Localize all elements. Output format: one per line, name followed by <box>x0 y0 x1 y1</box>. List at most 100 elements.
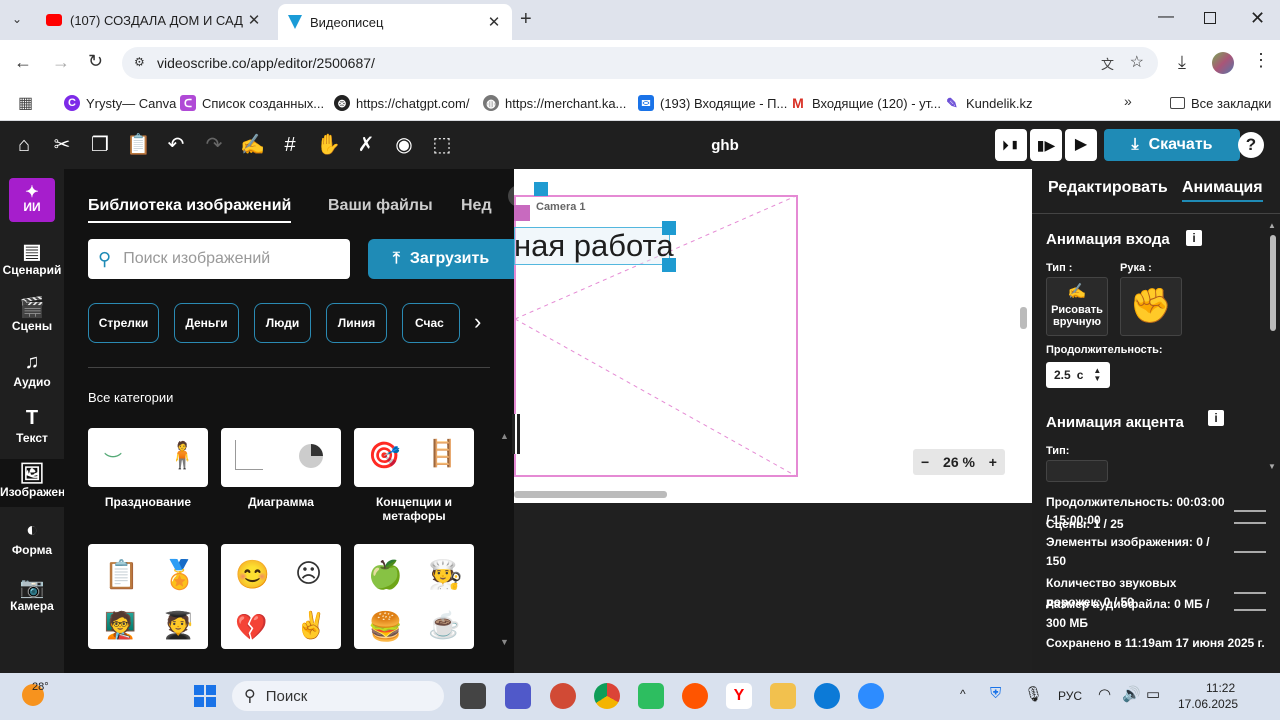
clock-time[interactable]: 11:22 <box>1206 681 1235 695</box>
tab-videoscribe[interactable]: Видеописец ✕ <box>278 4 512 40</box>
category-happiness[interactable]: Счас <box>402 303 460 343</box>
reload-icon[interactable]: ↻ <box>88 51 103 72</box>
tab-your-files[interactable]: Ваши файлы <box>328 197 433 215</box>
unpin-icon[interactable]: ✗ <box>354 133 378 157</box>
bookmark-chatgpt[interactable]: ⊛ https://chatgpt.com/ <box>334 92 469 114</box>
menu-icon[interactable]: ⋮ <box>1252 50 1270 71</box>
tab-image-library[interactable]: Библиотека изображений <box>88 197 292 223</box>
close-icon[interactable]: ✕ <box>246 11 262 29</box>
group-diagram-thumb[interactable] <box>221 428 341 487</box>
task-view-icon[interactable] <box>460 683 486 709</box>
recorder-icon[interactable] <box>550 683 576 709</box>
group-thumb[interactable]: 🍏 🧑‍🍳 🍔 ☕ <box>354 544 474 649</box>
paste-icon[interactable]: 📋 <box>126 133 151 157</box>
new-tab-icon[interactable]: + <box>520 8 532 31</box>
camera-handle[interactable] <box>514 205 530 221</box>
nav-images[interactable]: 🖼 Изображен <box>0 459 65 507</box>
duration-stepper[interactable]: 2.5 с ▲ ▼ <box>1046 362 1110 388</box>
show-hidden-icon[interactable]: ^ <box>960 687 966 701</box>
bookmark-kundelik[interactable]: ✎ Kundelik.kz <box>944 92 1032 114</box>
wifi-icon[interactable]: ◠ <box>1098 685 1111 703</box>
start-icon[interactable] <box>194 685 216 707</box>
nav-text[interactable]: T Текст <box>0 407 64 445</box>
language-indicator[interactable]: РУС <box>1058 689 1082 703</box>
help-button[interactable]: ? <box>1238 132 1264 158</box>
volume-icon[interactable]: 🔊 <box>1122 685 1141 703</box>
nav-scenes[interactable]: 🎬 Сцены <box>0 295 64 333</box>
horizontal-scroll-thumb[interactable] <box>514 491 667 498</box>
taskbar-search[interactable]: ⚲ Поиск <box>232 681 444 711</box>
vertical-scroll-thumb[interactable] <box>1020 307 1027 329</box>
nav-script[interactable]: ▤ Сценарий <box>0 239 64 277</box>
group-thumb[interactable]: 📋 🏅 🧑‍🏫 🧑‍🎓 <box>88 544 208 649</box>
editor-canvas[interactable]: Camera 1 ная работа − 26 % + <box>514 169 1032 503</box>
bookmark-canva[interactable]: C Yrysty— Canva <box>64 92 176 114</box>
canvas-text[interactable]: ная работа <box>514 228 674 264</box>
clock-date[interactable]: 17.06.2025 <box>1178 697 1238 711</box>
nav-ai[interactable]: ✦ ИИ <box>9 178 55 222</box>
accent-type-button[interactable] <box>1046 460 1108 482</box>
draw-type-button[interactable]: ✍ Рисовать вручную <box>1046 277 1108 336</box>
hide-icon[interactable]: ◉ <box>392 133 416 157</box>
download-button[interactable]: ⤓ Скачать <box>1104 129 1240 161</box>
panel-scrollbar[interactable]: ▲ ▼ <box>1268 221 1278 471</box>
cut-icon[interactable]: ✂ <box>50 133 74 157</box>
crop-icon[interactable]: ⬚ <box>430 133 454 157</box>
nav-audio[interactable]: ♫ Аудио <box>0 351 64 389</box>
play-button[interactable]: ▶ <box>1065 129 1097 161</box>
folder-icon[interactable] <box>770 683 796 709</box>
edge-icon[interactable] <box>814 683 840 709</box>
minimize-icon[interactable]: — <box>1158 8 1174 26</box>
yandex-icon[interactable]: Y <box>726 683 752 709</box>
library-scrollbar[interactable]: ▲ ▼ <box>500 431 510 647</box>
zoom-out-button[interactable]: − <box>921 454 929 470</box>
play-from-here-button[interactable]: ▮▶ <box>1030 129 1062 161</box>
mic-icon[interactable]: 🎙 <box>1024 685 1043 703</box>
redo-icon[interactable]: ↷ <box>202 133 226 157</box>
category-arrows[interactable]: Стрелки <box>88 303 159 343</box>
resize-handle[interactable] <box>534 182 548 196</box>
zoom-icon[interactable] <box>858 683 884 709</box>
bookmark-inbox-outlook[interactable]: ✉ (193) Входящие - П... <box>638 92 787 114</box>
security-icon[interactable]: ⛨ <box>990 685 1001 702</box>
teams-icon[interactable] <box>505 683 531 709</box>
avatar[interactable] <box>1212 52 1234 74</box>
scroll-thumb[interactable] <box>1270 235 1276 331</box>
restore-icon[interactable] <box>1204 12 1216 24</box>
apps-icon[interactable]: ▦ <box>18 93 33 113</box>
bookmark-gmail[interactable]: M Входящие (120) - ут... <box>790 92 941 114</box>
bookmark-merchant[interactable]: ◍ https://merchant.ka... <box>483 92 626 114</box>
info-icon[interactable]: i <box>1208 410 1224 426</box>
draw-hand-icon[interactable]: ✍ <box>240 133 265 157</box>
translate-icon[interactable]: 文 <box>1101 54 1114 73</box>
info-icon[interactable]: i <box>1186 230 1202 246</box>
undo-icon[interactable]: ↶ <box>164 133 188 157</box>
group-thumb[interactable]: 😊 ☹ 💔 ✌ <box>221 544 341 649</box>
group-concepts-thumb[interactable]: 🎯 🪜 <box>354 428 474 487</box>
upload-button[interactable]: ⤒ Загрузить <box>368 239 514 279</box>
tab-youtube[interactable]: (107) СОЗДАЛА ДОМ И САД С ✕ <box>36 4 272 36</box>
tab-search-icon[interactable]: ⌄ <box>12 12 22 26</box>
category-people[interactable]: Люди <box>254 303 311 343</box>
close-window-icon[interactable]: ✕ <box>1250 8 1265 29</box>
site-info-icon[interactable]: ⚙ <box>134 55 145 69</box>
nav-shapes[interactable]: ◐ Форма <box>0 519 64 557</box>
hand-icon[interactable]: ✋ <box>316 133 341 157</box>
category-line[interactable]: Линия <box>326 303 387 343</box>
battery-icon[interactable]: ▭ <box>1146 685 1160 703</box>
more-bookmarks-icon[interactable]: » <box>1124 93 1132 109</box>
hand-select-button[interactable]: ✊ <box>1120 277 1182 336</box>
url-field[interactable]: ⚙ videoscribe.co/app/editor/2500687/ 文 ☆ <box>122 47 1158 79</box>
forward-icon[interactable]: → <box>52 52 70 73</box>
bookmark-list[interactable]: ᑕ Список созданных... <box>180 92 324 114</box>
resize-handle[interactable] <box>662 221 676 235</box>
tab-recent[interactable]: Нед <box>461 197 492 215</box>
grid-icon[interactable]: # <box>278 133 302 157</box>
star-icon[interactable]: ☆ <box>1130 52 1144 72</box>
search-input[interactable]: ⚲ Поиск изображений <box>88 239 350 279</box>
download-icon[interactable]: ⤓ <box>1178 52 1186 73</box>
resize-handle[interactable] <box>662 258 676 272</box>
tab-animation[interactable]: Анимация <box>1182 179 1263 202</box>
tab-edit[interactable]: Редактировать <box>1048 179 1168 197</box>
home-icon[interactable]: ⌂ <box>12 133 36 157</box>
